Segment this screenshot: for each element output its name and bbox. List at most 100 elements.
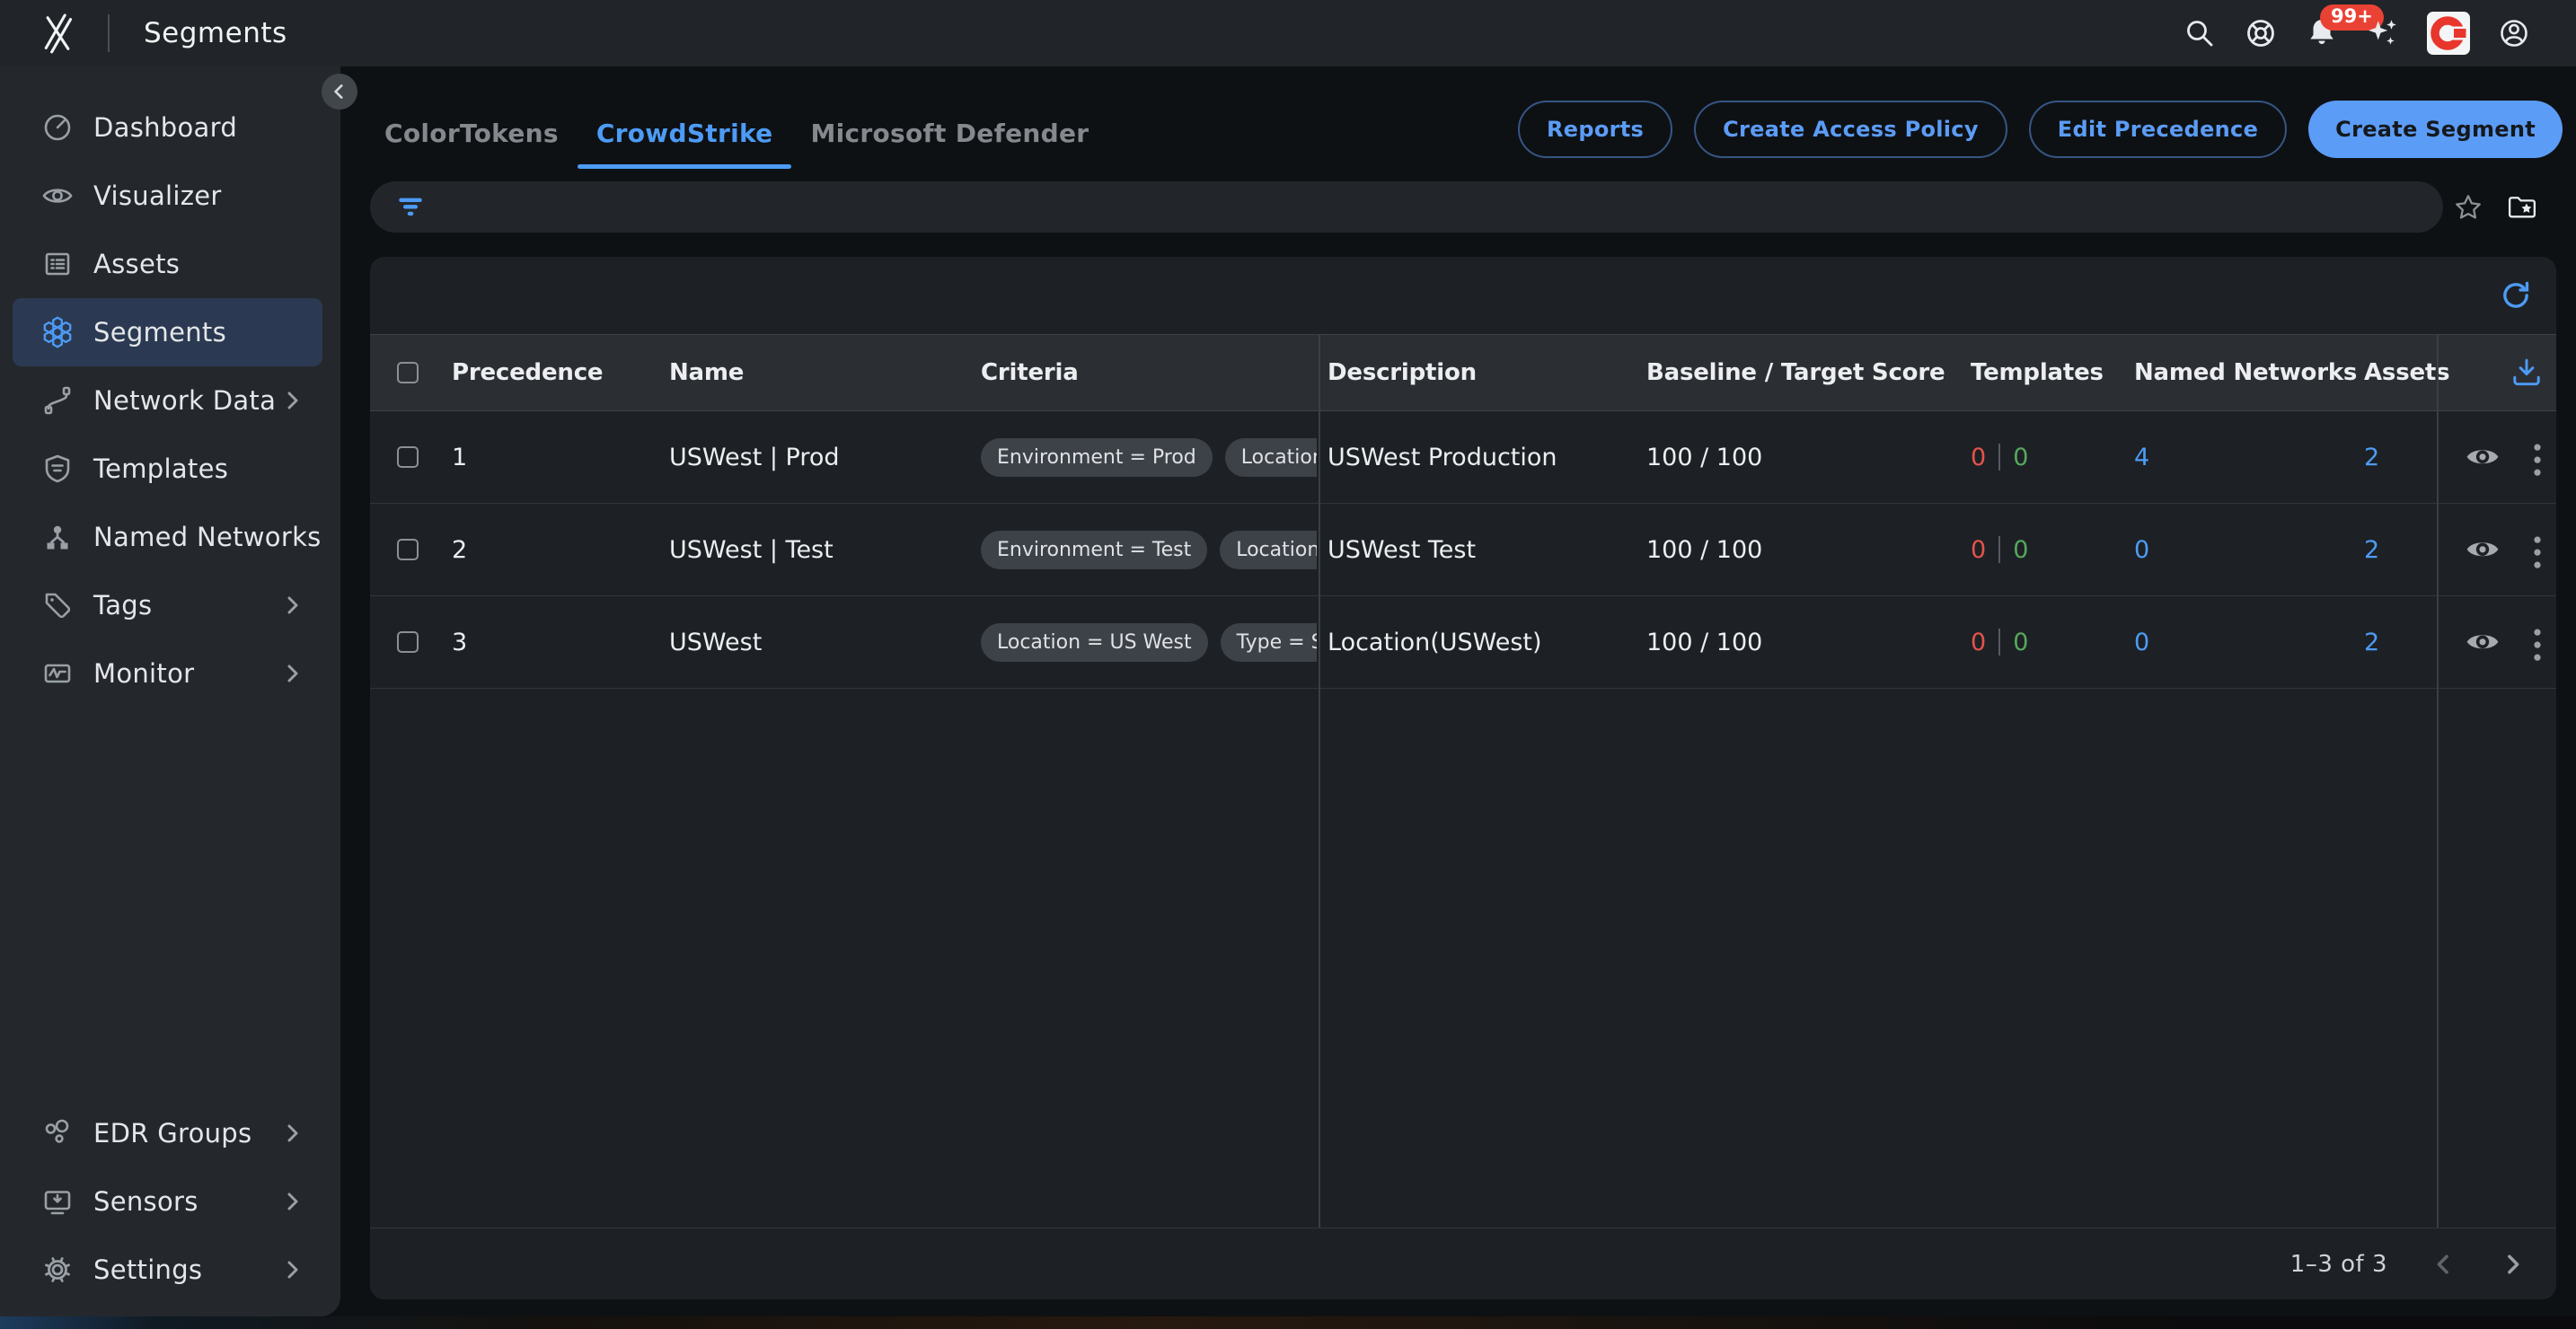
column-header-precedence: Precedence [452,335,603,410]
page-title: Segments [144,17,287,49]
header-checkbox-cell [397,335,433,410]
network-icon [41,384,74,417]
create-access-policy-button[interactable]: Create Access Policy [1694,101,2007,158]
templates-count-green: 0 [2013,536,2028,564]
notifications-icon[interactable]: 99+ [2305,16,2339,50]
tab-colortokens[interactable]: ColorTokens [366,97,578,169]
monitor-icon [41,657,74,690]
sidebar-item-label: Settings [93,1254,202,1285]
crowdstrike-logo[interactable] [2427,12,2470,55]
top-bar: Segments 99+ [0,0,2576,66]
sidebar-item-network-data[interactable]: Network Data [0,366,340,435]
sidebar-item-label: EDR Groups [93,1118,251,1149]
row-checkbox[interactable] [397,539,419,560]
table-header-row: PrecedenceNameCriteriaDescriptionBaselin… [370,334,2556,411]
table-row[interactable]: 1USWest | ProdEnvironment = ProdLocation… [370,411,2556,504]
sidebar-item-dashboard[interactable]: Dashboard [0,93,340,162]
cell-criteria: Environment = Prod Location = US [981,411,1317,503]
sidebar-item-label: Named Networks [93,522,322,552]
row-checkbox[interactable] [397,631,419,653]
sidebar-item-assets[interactable]: Assets [0,230,340,298]
sidebar-item-monitor[interactable]: Monitor [0,639,340,708]
sidebar-item-named-networks[interactable]: Named Networks [0,503,340,571]
cell-named-networks[interactable]: 4 [2134,411,2149,503]
sidebar-item-segments[interactable]: Segments [13,298,322,366]
column-header-name: Name [669,335,975,410]
sidebar-item-tags[interactable]: Tags [0,571,340,639]
folder-star-icon[interactable] [2507,192,2537,223]
row-checkbox-cell [397,596,433,688]
topbar-divider [108,14,110,52]
sidebar-item-templates[interactable]: Templates [0,435,340,503]
cell-baseline-target-score: 100 / 100 [1646,596,1762,688]
cell-assets[interactable]: 2 [2364,411,2379,503]
row-checkbox-cell [397,504,433,595]
chevron-right-icon [281,1258,304,1281]
eye-icon [41,180,74,212]
table-toolbar [370,257,2556,334]
star-icon[interactable] [2453,192,2483,223]
refresh-icon[interactable] [2499,278,2533,312]
actions-row: Reports Create Access Policy Edit Preced… [1518,101,2563,158]
pagination-range-label: 1–3 of 3 [2290,1251,2387,1278]
sidebar-collapse-button[interactable] [322,74,357,110]
table-row[interactable]: 3USWestLocation = US WestType = ServerLo… [370,596,2556,689]
help-icon[interactable] [2244,16,2278,50]
pagination-prev-button[interactable] [2430,1251,2457,1278]
cell-assets[interactable]: 2 [2364,596,2379,688]
sidebar-nav-top: Dashboard VisualizerAssetsSegmentsNetwork… [0,93,340,708]
cell-description: Location(USWest) [1328,596,1642,688]
tab-bar: ColorTokensCrowdStrikeMicrosoft Defender [366,97,1107,169]
column-header-named-networks: Named Networks [2134,335,2357,410]
filter-icon [395,192,426,223]
xshield-logo-icon [40,11,75,56]
row-menu-button[interactable] [2531,411,2549,503]
criteria-chip: Environment = Prod [981,438,1213,477]
sidebar-item-sensors[interactable]: Sensors [0,1167,340,1236]
row-menu-button[interactable] [2531,596,2549,688]
account-icon[interactable] [2497,16,2531,50]
kebab-icon [2531,440,2544,474]
tab-crowdstrike[interactable]: CrowdStrike [578,97,792,169]
create-segment-button[interactable]: Create Segment [2308,101,2563,158]
eye-action-icon [2465,628,2501,656]
filter-input[interactable] [370,181,2443,233]
assets-icon [41,248,74,280]
criteria-chip: Environment = Test [981,531,1207,569]
desktop-edge [0,1316,2576,1329]
sidebar-item-label: Dashboard [93,112,237,143]
cell-named-networks[interactable]: 0 [2134,596,2149,688]
cell-templates: 00 [1971,504,2028,595]
pagination-next-button[interactable] [2499,1251,2526,1278]
sidebar: Dashboard VisualizerAssetsSegmentsNetwork… [0,66,340,1316]
view-segment-button[interactable] [2465,504,2501,595]
row-checkbox[interactable] [397,446,419,468]
sidebar-item-settings[interactable]: Settings [0,1236,340,1304]
criteria-chip: Location = US [1225,438,1317,477]
cell-precedence: 1 [452,411,467,503]
view-segment-button[interactable] [2465,411,2501,503]
cell-assets[interactable]: 2 [2364,504,2379,595]
select-all-checkbox[interactable] [397,362,419,383]
download-icon[interactable] [2510,335,2544,410]
criteria-chip: Type = Server [1221,623,1317,662]
sparkle-icon[interactable] [2366,16,2400,50]
view-segment-button[interactable] [2465,596,2501,688]
cell-baseline-target-score: 100 / 100 [1646,504,1762,595]
sidebar-item-visualizer[interactable]: Visualizer [0,162,340,230]
row-menu-button[interactable] [2531,504,2549,595]
tab-microsoft-defender[interactable]: Microsoft Defender [791,97,1107,169]
cell-precedence: 2 [452,504,467,595]
table-body: 1USWest | ProdEnvironment = ProdLocation… [370,411,2556,689]
table-row[interactable]: 2USWest | TestEnvironment = TestLocation… [370,504,2556,596]
pagination-bar: 1–3 of 3 [370,1228,2556,1299]
criteria-chips: Environment = TestLocation = US [981,531,1317,569]
search-icon[interactable] [2183,16,2217,50]
templates-separator [1998,536,2000,563]
eye-action-icon [2465,443,2501,471]
sidebar-item-edr-groups[interactable]: EDR Groups [0,1099,340,1167]
cell-named-networks[interactable]: 0 [2134,504,2149,595]
edit-precedence-button[interactable]: Edit Precedence [2029,101,2287,158]
topbar-icons: 99+ [2183,12,2531,55]
reports-button[interactable]: Reports [1518,101,1672,158]
